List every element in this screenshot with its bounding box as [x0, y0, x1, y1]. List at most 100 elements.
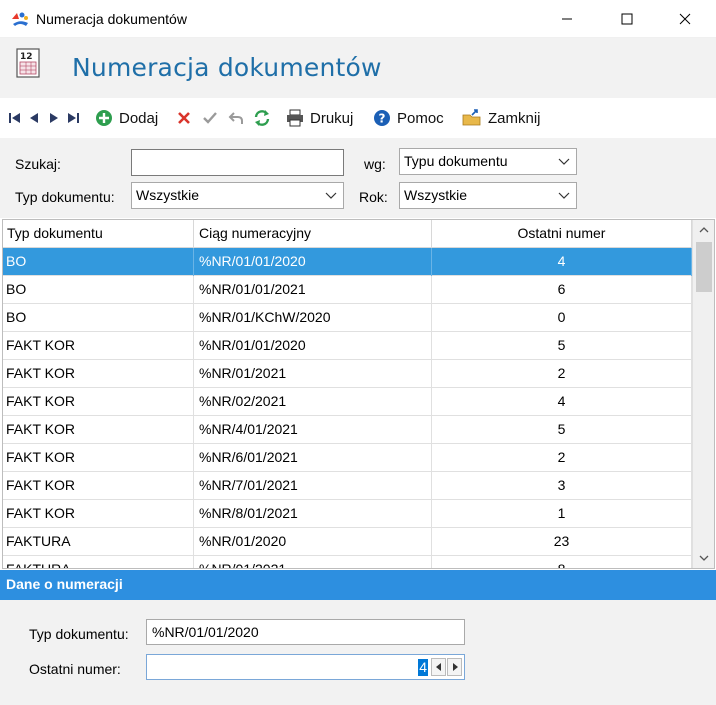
column-header-sequence[interactable]: Ciąg numeracyjny — [194, 220, 432, 248]
search-input[interactable] — [131, 149, 344, 176]
arrow-left-icon — [435, 663, 441, 671]
minimize-button[interactable] — [544, 0, 590, 38]
table-header: Typ dokumentu Ciąg numeracyjny Ostatni n… — [3, 220, 692, 248]
table-row[interactable]: FAKTURA %NR/01/2020 23 — [3, 528, 692, 556]
cell-sequence: %NR/02/2021 — [194, 388, 432, 416]
table-row[interactable]: FAKT KOR %NR/4/01/2021 5 — [3, 416, 692, 444]
cell-doc-type: FAKT KOR — [3, 360, 194, 388]
search-by-value: Typu dokumentu — [404, 153, 508, 169]
scroll-thumb[interactable] — [696, 242, 712, 292]
details-doc-type-field[interactable]: %NR/01/01/2020 — [146, 619, 465, 645]
column-header-doc-type[interactable]: Typ dokumentu — [3, 220, 194, 248]
first-record-button[interactable] — [8, 107, 22, 129]
confirm-button — [202, 107, 218, 129]
year-select[interactable]: Wszystkie — [399, 182, 577, 209]
undo-icon — [228, 112, 243, 124]
help-button[interactable]: ? Pomoc — [373, 107, 444, 129]
scroll-up-button[interactable] — [693, 220, 714, 240]
cell-last-number: 1 — [432, 500, 692, 528]
table-row[interactable]: BO %NR/01/01/2020 4 — [3, 248, 692, 276]
table-row[interactable]: FAKT KOR %NR/02/2021 4 — [3, 388, 692, 416]
last-number-value: 4 — [418, 659, 428, 676]
print-button[interactable]: Drukuj — [286, 107, 353, 129]
first-icon — [9, 113, 20, 123]
cell-doc-type: FAKTURA — [3, 556, 194, 568]
next-record-button[interactable] — [48, 107, 60, 129]
table-row[interactable]: FAKT KOR %NR/6/01/2021 2 — [3, 444, 692, 472]
delete-icon — [178, 112, 190, 124]
scroll-down-button[interactable] — [693, 548, 714, 568]
doc-type-select[interactable]: Wszystkie — [131, 182, 344, 209]
increment-button[interactable] — [447, 658, 462, 676]
add-icon — [96, 110, 112, 126]
table-row[interactable]: FAKT KOR %NR/01/2021 2 — [3, 360, 692, 388]
search-label: Szukaj: — [15, 156, 61, 172]
chevron-down-icon — [558, 192, 570, 199]
delete-button[interactable] — [176, 107, 192, 129]
table-row[interactable]: FAKT KOR %NR/8/01/2021 1 — [3, 500, 692, 528]
table-row[interactable]: BO %NR/01/01/2021 6 — [3, 276, 692, 304]
cell-sequence: %NR/01/01/2020 — [194, 332, 432, 360]
cell-doc-type: FAKT KOR — [3, 416, 194, 444]
cell-sequence: %NR/01/2021 — [194, 360, 432, 388]
vertical-scrollbar[interactable] — [692, 220, 714, 568]
maximize-button[interactable] — [604, 0, 650, 38]
refresh-icon — [254, 110, 270, 126]
last-number-label: Ostatni numer: — [29, 661, 121, 677]
toolbar: Dodaj Drukuj ? Pomoc Zamknij — [0, 98, 716, 138]
cell-sequence: %NR/01/2020 — [194, 528, 432, 556]
cell-last-number: 8 — [432, 556, 692, 568]
printer-icon — [287, 109, 303, 127]
table-row[interactable]: BO %NR/01/KChW/2020 0 — [3, 304, 692, 332]
add-button[interactable]: Dodaj — [95, 107, 158, 129]
cell-last-number: 4 — [432, 248, 692, 276]
chevron-up-icon — [699, 227, 709, 233]
cell-sequence: %NR/01/2021 — [194, 556, 432, 568]
details-doc-type-label: Typ dokumentu: — [29, 626, 129, 642]
table-row[interactable]: FAKT KOR %NR/01/01/2020 5 — [3, 332, 692, 360]
chevron-down-icon — [325, 192, 337, 199]
cell-last-number: 3 — [432, 472, 692, 500]
cell-last-number: 5 — [432, 332, 692, 360]
search-by-select[interactable]: Typu dokumentu — [399, 148, 577, 175]
filters-panel: Szukaj: wg: Typu dokumentu Typ dokumentu… — [0, 138, 716, 218]
app-logo-icon — [12, 12, 28, 26]
column-header-last-number[interactable]: Ostatni numer — [432, 220, 692, 248]
table-row[interactable]: FAKTURA %NR/01/2021 8 — [3, 556, 692, 568]
cell-sequence: %NR/6/01/2021 — [194, 444, 432, 472]
cell-sequence: %NR/01/KChW/2020 — [194, 304, 432, 332]
next-icon — [50, 113, 58, 123]
close-label: Zamknij — [488, 109, 541, 127]
last-record-button[interactable] — [66, 107, 80, 129]
doc-type-select-value: Wszystkie — [136, 187, 199, 203]
folder-exit-icon — [462, 109, 481, 126]
close-button[interactable]: Zamknij — [462, 107, 541, 129]
cell-last-number: 2 — [432, 444, 692, 472]
undo-button — [228, 107, 244, 129]
previous-record-button[interactable] — [28, 107, 40, 129]
add-label: Dodaj — [119, 109, 159, 127]
last-number-stepper[interactable]: 4 — [146, 654, 465, 680]
refresh-button[interactable] — [253, 107, 271, 129]
decrement-button[interactable] — [431, 658, 446, 676]
details-doc-type-value: %NR/01/01/2020 — [152, 624, 259, 640]
cell-sequence: %NR/8/01/2021 — [194, 500, 432, 528]
cell-sequence: %NR/01/01/2020 — [194, 248, 432, 276]
cell-last-number: 23 — [432, 528, 692, 556]
print-label: Drukuj — [310, 109, 354, 127]
close-window-button[interactable] — [662, 0, 708, 38]
cell-sequence: %NR/4/01/2021 — [194, 416, 432, 444]
window-titlebar: Numeracja dokumentów — [0, 0, 716, 38]
header-band: 12 Numeracja dokumentów — [0, 38, 716, 98]
cell-last-number: 5 — [432, 416, 692, 444]
doc-type-filter-label: Typ dokumentu: — [15, 189, 115, 205]
table-body: BO %NR/01/01/2020 4 BO %NR/01/01/2021 6 BO %N… — [3, 248, 692, 568]
cell-doc-type: FAKT KOR — [3, 388, 194, 416]
help-label: Pomoc — [397, 109, 444, 127]
cell-last-number: 2 — [432, 360, 692, 388]
cell-sequence: %NR/7/01/2021 — [194, 472, 432, 500]
chevron-down-icon — [699, 555, 709, 561]
cell-doc-type: BO — [3, 276, 194, 304]
cell-last-number: 0 — [432, 304, 692, 332]
table-row[interactable]: FAKT KOR %NR/7/01/2021 3 — [3, 472, 692, 500]
